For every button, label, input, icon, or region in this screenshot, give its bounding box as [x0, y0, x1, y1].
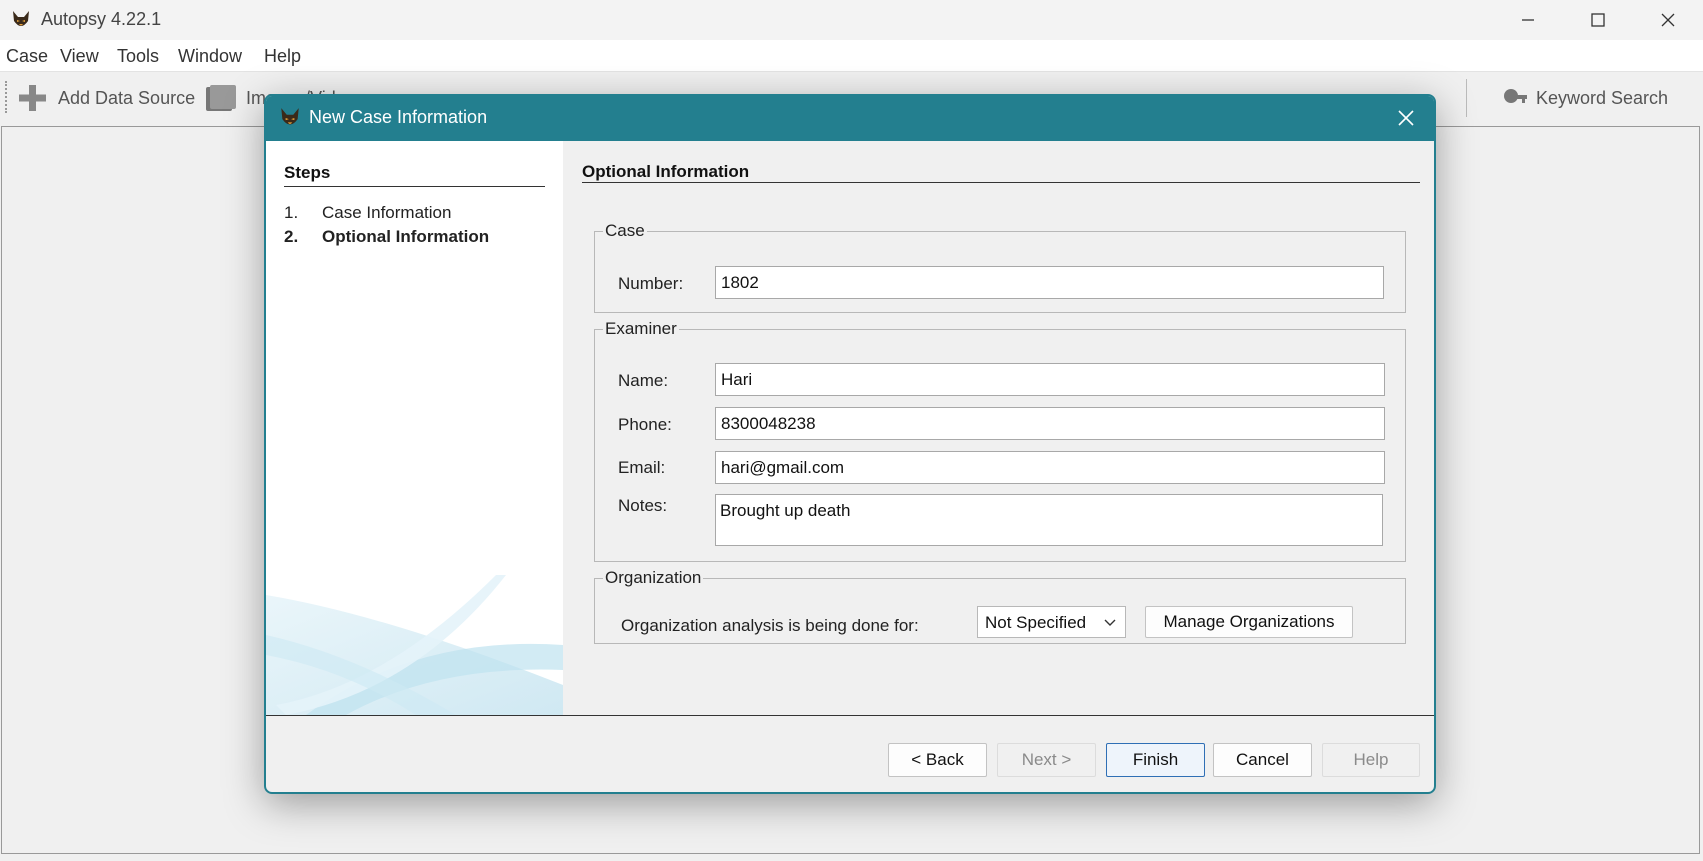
step-number: 1. [284, 203, 299, 222]
examiner-notes-field[interactable]: Brought up death [715, 494, 1383, 546]
maximize-icon [1591, 13, 1605, 27]
menu-case[interactable]: Case [6, 46, 48, 67]
app-title: Autopsy 4.22.1 [41, 9, 162, 29]
next-button[interactable]: Next > [997, 743, 1096, 777]
step-optional-information: 2. Optional Information [284, 227, 489, 247]
close-icon [1398, 110, 1414, 126]
maximize-button[interactable] [1563, 0, 1633, 40]
menu-tools[interactable]: Tools [117, 46, 159, 67]
footer-divider [266, 715, 1434, 716]
organization-select-value: Not Specified [985, 613, 1087, 632]
keyword-search-label: Keyword Search [1536, 87, 1669, 108]
case-number-label: Number: [618, 274, 684, 293]
autopsy-logo-icon [281, 108, 299, 125]
close-icon [1661, 13, 1675, 27]
back-button[interactable]: < Back [888, 743, 987, 777]
examiner-email-label: Email: [618, 458, 666, 477]
decorative-swoosh-graphic [266, 575, 563, 715]
dialog-titlebar: New Case Information [266, 96, 1434, 141]
content-heading: Optional Information [582, 162, 750, 181]
keyword-search-button[interactable]: Keyword Search [1502, 81, 1668, 115]
organization-select[interactable]: Not Specified [977, 606, 1126, 638]
dialog-close-button[interactable] [1392, 104, 1420, 132]
examiner-group: Examiner Name: Hari Phone: 8300048238 Em… [594, 319, 1406, 562]
organization-group: Organization Organization analysis is be… [594, 568, 1406, 644]
toolbar-separator [1466, 79, 1467, 117]
case-number-field[interactable]: 1802 [715, 266, 1384, 299]
steps-divider [284, 186, 545, 187]
menu-help[interactable]: Help [264, 46, 301, 67]
examiner-phone-label: Phone: [618, 415, 672, 434]
app-titlebar: Autopsy 4.22.1 [0, 0, 1703, 40]
step-label: Case Information [322, 203, 452, 222]
chevron-down-icon [1104, 619, 1116, 626]
menu-window[interactable]: Window [178, 46, 242, 67]
examiner-group-legend: Examiner [603, 319, 679, 339]
image-icon [206, 85, 236, 111]
organization-group-legend: Organization [603, 568, 704, 588]
add-data-source-label: Add Data Source [58, 87, 196, 108]
examiner-phone-field[interactable]: 8300048238 [715, 407, 1385, 440]
help-button[interactable]: Help [1322, 743, 1420, 777]
examiner-email-field[interactable]: hari@gmail.com [715, 451, 1385, 484]
organization-analysis-label: Organization analysis is being done for: [621, 616, 919, 635]
plus-icon [19, 85, 46, 111]
content-heading-divider [582, 182, 1420, 183]
case-group: Case Number: 1802 [594, 221, 1406, 313]
minimize-icon [1522, 19, 1534, 21]
add-data-source-button[interactable]: Add Data Source [16, 81, 195, 115]
new-case-dialog: New Case Information Steps 1. Case Inform… [264, 94, 1436, 794]
key-search-icon [1504, 89, 1527, 103]
manage-organizations-button[interactable]: Manage Organizations [1145, 606, 1353, 638]
examiner-notes-label: Notes: [618, 496, 668, 515]
autopsy-logo-icon [13, 11, 29, 26]
cancel-button[interactable]: Cancel [1213, 743, 1312, 777]
menu-view[interactable]: View [60, 46, 99, 67]
examiner-name-label: Name: [618, 371, 669, 390]
steps-heading: Steps [284, 163, 331, 182]
examiner-name-field[interactable]: Hari [715, 363, 1385, 396]
step-label: Optional Information [322, 227, 490, 246]
step-case-information: 1. Case Information [284, 203, 451, 223]
dialog-title: New Case Information [309, 107, 488, 127]
step-number: 2. [284, 227, 299, 246]
toolbar-grip [5, 81, 7, 113]
finish-button[interactable]: Finish [1106, 743, 1205, 777]
close-window-button[interactable] [1633, 0, 1703, 40]
steps-panel: Steps 1. Case Information 2. Optional Info… [266, 141, 563, 715]
minimize-button[interactable] [1493, 0, 1563, 40]
case-group-legend: Case [603, 221, 647, 241]
menu-bar: Case View Tools Window Help [0, 40, 1703, 72]
